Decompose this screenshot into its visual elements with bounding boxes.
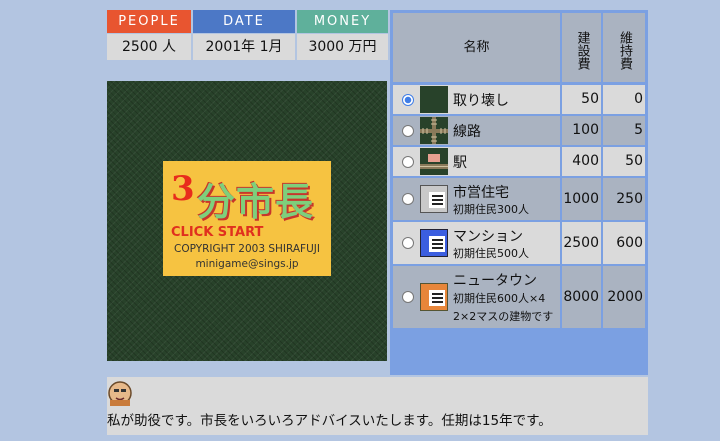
building-name: 取り壊し: [453, 93, 509, 109]
title-card[interactable]: 3 分市長 CLICK START COPYRIGHT 2003 SHIRAFU…: [163, 161, 331, 276]
advisor-message: 私が助役です。市長をいろいろアドバイスいたします。任期は15年です。: [107, 413, 552, 429]
mansion-icon: [420, 229, 448, 257]
building-desc: 2×2マスの建物です: [453, 310, 554, 323]
build-cost: 8000: [562, 266, 601, 328]
demolish-icon: [420, 86, 448, 113]
building-row-railway[interactable]: 線路: [393, 116, 560, 145]
maint-cost: 250: [603, 178, 645, 220]
maint-cost: 2000: [603, 266, 645, 328]
building-name: 線路: [453, 124, 481, 140]
maint-cost: 0: [603, 85, 645, 114]
building-name: 駅: [453, 155, 467, 171]
header-maint-cost: 維持費: [603, 13, 645, 82]
copyright-text: COPYRIGHT 2003 SHIRAFUJI: [174, 243, 320, 255]
radio-unselected[interactable]: [402, 237, 414, 249]
radio-unselected[interactable]: [402, 156, 414, 168]
railway-icon: [420, 117, 448, 144]
build-cost: 100: [562, 116, 601, 145]
building-name: 市営住宅: [453, 185, 509, 201]
building-row-mansion[interactable]: マンション 初期住民500人: [393, 222, 560, 264]
building-name: ニュータウン: [453, 273, 537, 289]
email-text: minigame@sings.jp: [195, 258, 299, 270]
money-label: MONEY: [297, 10, 388, 33]
build-cost: 400: [562, 147, 601, 176]
building-row-demolish[interactable]: 取り壊し: [393, 85, 560, 114]
logo-text: 分市長: [197, 179, 315, 224]
maint-cost: 50: [603, 147, 645, 176]
people-label: PEOPLE: [107, 10, 191, 33]
station-icon: [420, 148, 448, 175]
build-cost: 2500: [562, 222, 601, 264]
building-desc: 初期住民600人×4: [453, 292, 546, 305]
city-map[interactable]: 3 分市長 CLICK START COPYRIGHT 2003 SHIRAFU…: [107, 81, 387, 361]
building-desc: 初期住民500人: [453, 247, 529, 260]
building-panel: 名称 建設費 維持費 取り壊し 50 0 線路 100 5 駅 400 50 市…: [390, 10, 648, 375]
building-row-newtown[interactable]: ニュータウン 初期住民600人×4 2×2マスの建物です: [393, 266, 560, 328]
header-build-cost: 建設費: [562, 13, 601, 82]
money-value: 3000 万円: [297, 34, 388, 60]
build-cost: 1000: [562, 178, 601, 220]
radio-selected[interactable]: [402, 94, 414, 106]
radio-unselected[interactable]: [402, 291, 414, 303]
maint-cost: 600: [603, 222, 645, 264]
message-bar: 私が助役です。市長をいろいろアドバイスいたします。任期は15年です。: [107, 377, 648, 435]
maint-cost: 5: [603, 116, 645, 145]
date-label: DATE: [193, 10, 295, 33]
date-value: 2001年 1月: [193, 34, 295, 60]
building-desc: 初期住民300人: [453, 203, 529, 216]
advisor-face-icon: [107, 380, 133, 406]
building-row-station[interactable]: 駅: [393, 147, 560, 176]
click-start-button[interactable]: CLICK START: [171, 225, 263, 240]
people-value: 2500 人: [107, 34, 191, 60]
radio-unselected[interactable]: [402, 125, 414, 137]
logo-number: 3: [171, 169, 195, 209]
building-row-public-housing[interactable]: 市営住宅 初期住民300人: [393, 178, 560, 220]
newtown-icon: [420, 283, 448, 311]
building-name: マンション: [453, 229, 523, 245]
build-cost: 50: [562, 85, 601, 114]
radio-unselected[interactable]: [402, 193, 414, 205]
header-name: 名称: [393, 13, 560, 82]
public-housing-icon: [420, 185, 448, 213]
